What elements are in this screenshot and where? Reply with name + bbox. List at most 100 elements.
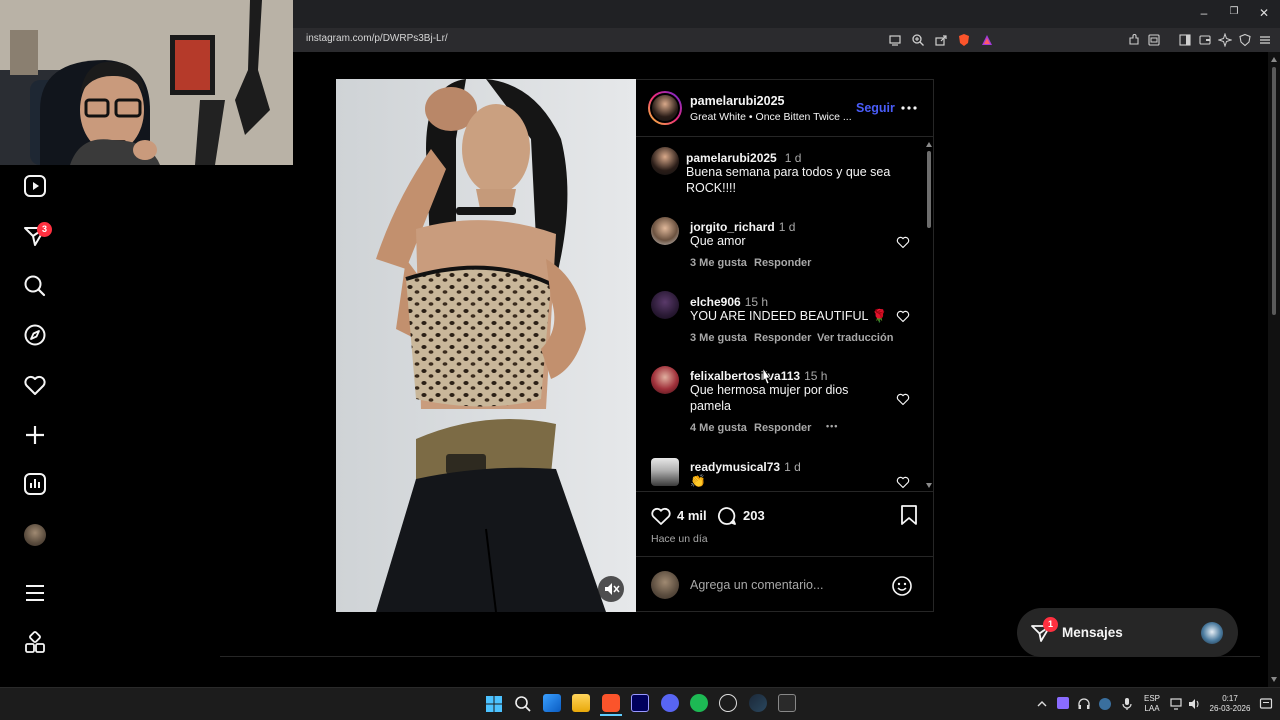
sidebar-toggle-icon[interactable] [1178,33,1192,47]
post-video[interactable] [336,79,636,612]
tray-expand-icon[interactable] [1036,698,1048,710]
post-image [336,79,636,612]
follow-button[interactable]: Seguir [856,101,895,115]
reels-icon[interactable] [22,173,48,199]
tray-app-icon[interactable] [1057,697,1069,709]
comment-like-heart-icon[interactable] [896,235,910,249]
brave-shield-icon[interactable] [957,33,971,47]
brave-browser-icon[interactable] [602,694,620,712]
save-bookmark-icon[interactable] [898,504,920,526]
browser-menu-icon[interactable] [1258,33,1272,47]
steam-icon[interactable] [749,694,767,712]
comment-avatar[interactable] [651,217,679,245]
lang-bottom: LAA [1144,704,1160,713]
taskbar-search-icon[interactable] [514,695,532,713]
page-scrollbar[interactable] [1268,52,1280,687]
mouse-cursor-icon [762,367,771,385]
comment-header: readymusical73 1 d [690,458,801,476]
notifications-heart-icon[interactable] [22,372,48,398]
comment-time: 15 h [804,369,828,383]
also-from-meta-icon[interactable] [22,630,48,656]
microphone-icon[interactable] [1121,697,1133,711]
post-author-name[interactable]: pamelarubi2025 [690,94,785,108]
leo-ai-icon[interactable] [1218,33,1232,47]
tab-search-icon[interactable] [1147,33,1161,47]
brave-rewards-icon[interactable] [980,33,994,47]
comment-likes[interactable]: 3 Me gusta [690,332,747,344]
mute-toggle-button[interactable] [598,576,624,602]
headset-icon[interactable] [1077,697,1091,711]
post-timestamp: Hace un día [651,533,708,545]
caption-avatar[interactable] [651,147,679,175]
active-app-indicator [600,714,622,716]
comment-avatar[interactable] [651,458,679,486]
messages-contact-avatar[interactable] [1201,622,1223,644]
comment-translate-button[interactable]: Ver traducción [817,332,893,344]
spotify-icon[interactable] [690,694,708,712]
profile-avatar[interactable] [24,524,46,546]
wallet-icon[interactable] [1198,33,1212,47]
close-window-button[interactable]: ✕ [1256,6,1272,20]
search-icon[interactable] [22,273,48,299]
minimize-button[interactable]: – [1196,6,1212,20]
create-plus-icon[interactable] [22,422,48,448]
post-audio-track[interactable]: Great White • Once Bitten Twice ... [690,111,855,123]
like-heart-icon[interactable] [650,505,672,527]
comment-more-options[interactable]: ••• [826,421,838,431]
cast-icon[interactable] [888,33,902,47]
messages-dock-badge: 1 [1043,617,1058,632]
caption-text: Buena semana para todos y que sea ROCK!!… [686,165,891,195]
settings-app-icon[interactable] [719,694,737,712]
emoji-icon[interactable] [891,575,913,597]
restore-button[interactable]: ❐ [1226,6,1242,17]
discord-icon[interactable] [661,694,679,712]
comment-username[interactable]: felixalbertosilva113 [690,369,800,383]
composer-avatar [651,571,679,599]
comment-like-heart-icon[interactable] [896,309,910,323]
tray-steam-icon[interactable] [1099,698,1111,710]
comments-scrollbar[interactable] [925,140,933,490]
comment-time: 1 d [784,460,801,474]
vpn-shield-icon[interactable] [1238,33,1252,47]
more-menu-icon[interactable] [22,580,48,606]
volume-icon[interactable] [1187,697,1201,711]
comment-reply-button[interactable]: Responder [754,332,811,344]
comment-username[interactable]: elche906 [690,295,741,309]
clock-time: 0:17 [1222,694,1238,703]
author-avatar [650,93,680,123]
comment-bubble-icon[interactable] [716,505,738,527]
more-options-icon[interactable] [900,101,918,115]
photos-app-icon[interactable] [543,694,561,712]
comment-like-heart-icon[interactable] [896,475,910,489]
comment-count[interactable]: 203 [743,508,765,523]
messages-label[interactable]: Mensajes [1062,625,1123,640]
author-avatar-ring[interactable] [648,91,682,125]
comment-username[interactable]: jorgito_richard [690,220,775,234]
zoom-icon[interactable] [911,33,925,47]
url-text[interactable]: instagram.com/p/DWRPs3Bj-Lr/ [306,33,448,44]
comment-text: Que hermosa mujer por dios pamela [690,383,849,413]
notification-center-icon[interactable] [1259,697,1273,711]
comment-input[interactable]: Agrega un comentario... [690,578,823,592]
caption-username[interactable]: pamelarubi2025 [686,151,777,165]
dashboard-icon[interactable] [22,471,48,497]
comment-avatar[interactable] [651,366,679,394]
share-icon[interactable] [934,33,948,47]
comment-likes[interactable]: 4 Me gusta [690,422,747,434]
explore-icon[interactable] [22,322,48,348]
comment-reply-button[interactable]: Responder [754,257,811,269]
comment-reply-button[interactable]: Responder [754,422,811,434]
like-count[interactable]: 4 mil [677,508,707,523]
epic-games-icon[interactable] [778,694,796,712]
comment-avatar[interactable] [651,291,679,319]
input-language[interactable]: ESP LAA [1142,694,1162,714]
premiere-pro-icon[interactable] [631,694,649,712]
comment-likes[interactable]: 3 Me gusta [690,257,747,269]
network-icon[interactable] [1170,697,1184,711]
windows-start-icon[interactable] [485,695,503,713]
comment-like-heart-icon[interactable] [896,392,910,406]
comment-username[interactable]: readymusical73 [690,460,780,474]
clock[interactable]: 0:17 26-03-2026 [1205,694,1255,714]
extensions-icon[interactable] [1127,33,1141,47]
file-explorer-icon[interactable] [572,694,590,712]
